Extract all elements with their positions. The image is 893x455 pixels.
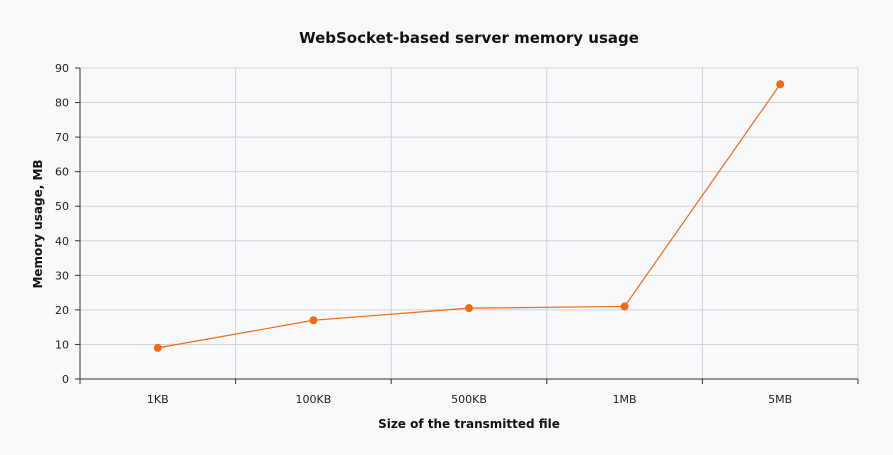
- y-axis-title: Memory usage, MB: [31, 159, 45, 288]
- y-tick-label: 50: [55, 200, 69, 213]
- x-tick-label: 100KB: [296, 393, 332, 406]
- y-tick-label: 10: [55, 338, 69, 351]
- data-point: [309, 316, 318, 325]
- data-point: [153, 343, 162, 352]
- y-tick-label: 80: [55, 97, 69, 110]
- data-point: [620, 302, 629, 311]
- chart-title: WebSocket-based server memory usage: [299, 29, 639, 47]
- x-tick-label: 1MB: [613, 393, 637, 406]
- x-axis-title: Size of the transmitted file: [378, 417, 560, 431]
- data-point: [776, 80, 785, 89]
- y-tick-label: 20: [55, 304, 69, 317]
- x-tick-label: 1KB: [147, 393, 169, 406]
- y-tick-label: 70: [55, 131, 69, 144]
- x-tick-label: 5MB: [768, 393, 792, 406]
- y-tick-label: 40: [55, 235, 69, 248]
- chart-container: WebSocket-based server memory usage 0 10 2…: [0, 0, 893, 455]
- x-tick-label: 500KB: [451, 393, 487, 406]
- y-tick-label: 90: [55, 62, 69, 75]
- line-chart: WebSocket-based server memory usage 0 10 2…: [0, 0, 893, 455]
- y-tick-label: 30: [55, 269, 69, 282]
- data-point: [465, 304, 473, 313]
- y-tick-label: 0: [62, 373, 69, 386]
- y-tick-label: 60: [55, 166, 69, 179]
